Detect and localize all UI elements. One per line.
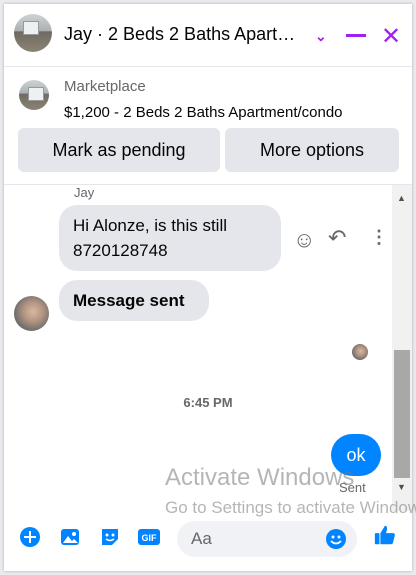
scroll-up-icon[interactable]: ▲ bbox=[397, 193, 406, 203]
message-sent-text: Message sent bbox=[73, 291, 185, 310]
message-input-placeholder: Aa bbox=[191, 529, 212, 548]
scrollbar-thumb[interactable] bbox=[394, 350, 410, 478]
message-timestamp: 6:45 PM bbox=[183, 395, 233, 410]
reply-icon[interactable]: ↶ bbox=[328, 225, 346, 251]
composer: GIF Aa bbox=[4, 511, 412, 571]
like-icon[interactable] bbox=[373, 523, 397, 547]
listing-avatar[interactable] bbox=[14, 14, 52, 52]
chat-header: Jay · 2 Beds 2 Baths Apart… ⌄ ✕ bbox=[4, 4, 412, 67]
marketplace-label: Marketplace bbox=[64, 78, 146, 95]
sticker-icon[interactable] bbox=[98, 525, 122, 549]
photo-icon[interactable] bbox=[58, 525, 82, 549]
mark-as-pending-button[interactable]: Mark as pending bbox=[18, 128, 220, 172]
more-options-button[interactable]: More options bbox=[225, 128, 399, 172]
message-sent-bubble[interactable]: Message sent bbox=[59, 280, 209, 321]
react-icon[interactable]: ☺ bbox=[293, 227, 315, 253]
activate-windows-subtitle: Go to Settings to activate Windows. bbox=[165, 498, 416, 517]
chevron-down-icon[interactable]: ⌄ bbox=[315, 28, 327, 45]
sender-name: Jay bbox=[74, 185, 95, 200]
listing-thumbnail[interactable] bbox=[19, 80, 49, 110]
minimize-icon[interactable] bbox=[346, 34, 366, 37]
activate-windows-title: Activate Windows bbox=[165, 464, 355, 491]
more-icon[interactable]: ⋮ bbox=[370, 227, 388, 248]
gif-icon[interactable]: GIF bbox=[137, 525, 161, 549]
incoming-message[interactable]: Hi Alonze, is this still 8720128748 bbox=[59, 205, 281, 271]
message-input[interactable]: Aa bbox=[177, 521, 357, 557]
read-receipt-avatar bbox=[352, 344, 368, 360]
svg-text:GIF: GIF bbox=[142, 533, 158, 543]
message-list: Jay Hi Alonze, is this still 8720128748 … bbox=[4, 185, 412, 511]
sender-avatar[interactable] bbox=[14, 296, 49, 331]
scroll-down-icon[interactable]: ▼ bbox=[397, 482, 406, 492]
marketplace-panel: Marketplace $1,200 - 2 Beds 2 Baths Apar… bbox=[4, 66, 412, 185]
listing-title[interactable]: $1,200 - 2 Beds 2 Baths Apartment/condo bbox=[64, 104, 343, 121]
chat-title[interactable]: Jay · 2 Beds 2 Baths Apart… bbox=[64, 24, 295, 45]
add-icon[interactable] bbox=[18, 525, 42, 549]
close-icon[interactable]: ✕ bbox=[381, 22, 401, 51]
emoji-icon[interactable] bbox=[325, 528, 347, 555]
scrollbar[interactable]: ▲ ▼ bbox=[392, 185, 412, 511]
